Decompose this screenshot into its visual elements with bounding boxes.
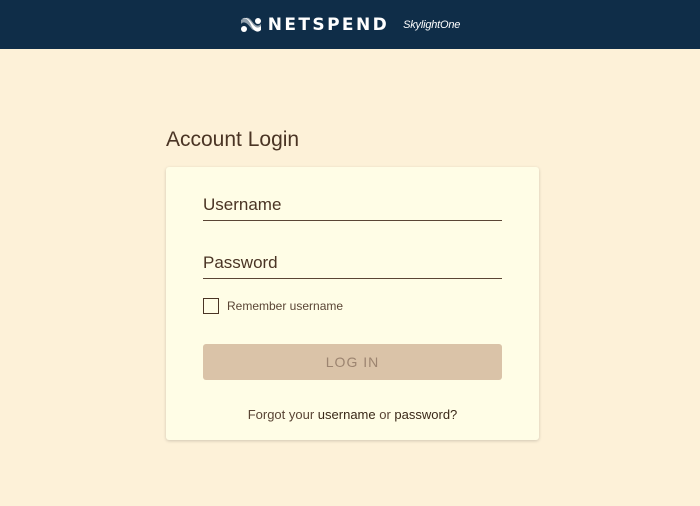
brand-logo[interactable]: NETSPEND SkylightOne (240, 15, 460, 35)
password-input[interactable] (203, 249, 502, 278)
forgot-username-link[interactable]: username (318, 407, 376, 422)
username-field (203, 191, 502, 221)
brand-name: NETSPEND (267, 14, 390, 35)
forgot-credentials: Forgot your username or password? (166, 407, 539, 422)
password-field (203, 249, 502, 279)
remember-username-checkbox[interactable] (203, 298, 219, 314)
page-title: Account Login (166, 128, 300, 151)
remember-username[interactable]: Remember username (203, 298, 343, 314)
forgot-or: or (379, 407, 391, 422)
remember-username-label: Remember username (227, 299, 344, 313)
login-card: Remember username LOG IN Forgot your use… (166, 167, 539, 440)
top-header-bar: NETSPEND SkylightOne (0, 0, 700, 49)
username-input[interactable] (203, 191, 502, 220)
forgot-prefix: Forgot your (247, 407, 315, 422)
login-button[interactable]: LOG IN (203, 344, 502, 380)
forgot-password-link[interactable]: password? (394, 407, 457, 422)
brand-subtitle: SkylightOne (403, 18, 461, 31)
netspend-logo-icon (240, 17, 262, 33)
